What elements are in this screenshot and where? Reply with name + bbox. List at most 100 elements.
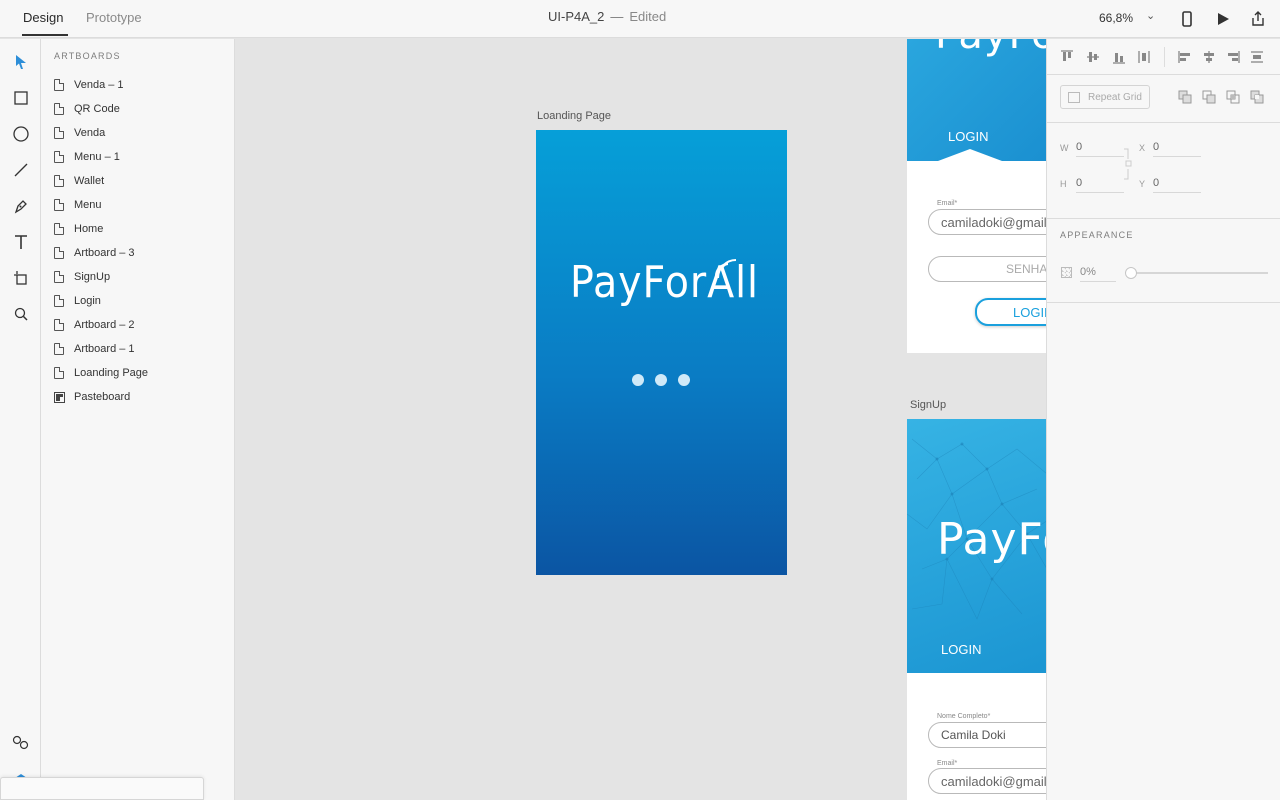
layers-title: ARTBOARDS bbox=[54, 51, 121, 61]
transform-section: W 0 X 0 H 0 Y 0 bbox=[1047, 123, 1280, 219]
h-label: H bbox=[1060, 179, 1067, 189]
artboard-signup[interactable]: PayFo LOGIN Nome Completo* Camila Doki E… bbox=[907, 419, 1046, 800]
layer-item-pasteboard[interactable]: Pasteboard bbox=[54, 385, 148, 409]
distribute-horizontal-icon[interactable] bbox=[1250, 50, 1264, 64]
boolean-subtract-icon[interactable] bbox=[1202, 90, 1216, 104]
boolean-add-icon[interactable] bbox=[1178, 90, 1192, 104]
layer-item[interactable]: SignUp bbox=[54, 265, 148, 289]
layer-label: Loanding Page bbox=[74, 367, 149, 379]
align-middle-icon[interactable] bbox=[1086, 50, 1100, 64]
ellipse-icon[interactable] bbox=[11, 124, 31, 144]
login-button[interactable]: LOGIN bbox=[975, 298, 1046, 326]
align-right-icon[interactable] bbox=[1226, 50, 1240, 64]
layer-item[interactable]: Artboard – 3 bbox=[54, 241, 148, 265]
artboard-loading-page[interactable]: PayForAll bbox=[536, 130, 787, 575]
layer-label: Login bbox=[74, 295, 101, 307]
w-label: W bbox=[1060, 143, 1069, 153]
login-hero: PayFo LOGIN bbox=[907, 39, 1046, 161]
signup-email-field[interactable]: camiladoki@gmail.com bbox=[928, 768, 1046, 794]
artboard-doc-icon bbox=[54, 199, 64, 211]
name-field[interactable]: Camila Doki bbox=[928, 722, 1046, 748]
tab-prototype[interactable]: Prototype bbox=[86, 10, 142, 25]
layer-item[interactable]: Wallet bbox=[54, 169, 148, 193]
layer-label: Venda – 1 bbox=[74, 79, 124, 91]
login-tab-label: LOGIN bbox=[948, 129, 989, 144]
repeat-grid-button[interactable]: Repeat Grid bbox=[1060, 85, 1150, 109]
artboard-doc-icon bbox=[54, 247, 64, 259]
lock-aspect-icon[interactable] bbox=[1123, 147, 1133, 181]
layer-item[interactable]: Artboard – 1 bbox=[54, 337, 148, 361]
x-field[interactable]: 0 bbox=[1153, 141, 1201, 157]
email-field[interactable]: camiladoki@gmail.com bbox=[928, 209, 1046, 235]
layer-label: SignUp bbox=[74, 271, 111, 283]
opacity-slider-handle[interactable] bbox=[1125, 267, 1137, 279]
play-icon[interactable] bbox=[1214, 10, 1232, 28]
height-field[interactable]: 0 bbox=[1076, 177, 1124, 193]
layer-item[interactable]: Loanding Page bbox=[54, 361, 148, 385]
layer-label: Artboard – 3 bbox=[74, 247, 135, 259]
layer-label: Wallet bbox=[74, 175, 105, 187]
loading-dot bbox=[678, 374, 690, 386]
document-name: UI-P4A_2 bbox=[548, 9, 605, 24]
signup-hero: PayFo LOGIN bbox=[907, 419, 1046, 673]
properties-panel: Repeat Grid W 0 X 0 H 0 Y 0 APPEARANCE 0… bbox=[1046, 39, 1280, 800]
zoom-icon[interactable] bbox=[11, 304, 31, 324]
artboard-login[interactable]: PayFo LOGIN Email* camiladoki@gmail.com … bbox=[907, 39, 1046, 353]
layer-item[interactable]: Login bbox=[54, 289, 148, 313]
opacity-field[interactable]: 0% bbox=[1080, 266, 1116, 282]
layer-item[interactable]: QR Code bbox=[54, 97, 148, 121]
share-icon[interactable] bbox=[1249, 10, 1267, 28]
bottom-popup[interactable] bbox=[0, 777, 204, 800]
width-field[interactable]: 0 bbox=[1076, 141, 1124, 157]
layer-label: Venda bbox=[74, 127, 106, 139]
y-field[interactable]: 0 bbox=[1153, 177, 1201, 193]
artboard-label-loading[interactable]: Loanding Page bbox=[537, 110, 611, 122]
line-icon[interactable] bbox=[11, 160, 31, 180]
align-left-icon[interactable] bbox=[1178, 50, 1192, 64]
opacity-slider-track[interactable] bbox=[1127, 272, 1268, 274]
artboard-label-signup[interactable]: SignUp bbox=[910, 399, 946, 411]
artboard-doc-icon bbox=[54, 151, 64, 163]
layer-item[interactable]: Menu – 1 bbox=[54, 145, 148, 169]
y-label: Y bbox=[1139, 179, 1146, 189]
signup-tab-label: LOGIN bbox=[941, 642, 982, 657]
rectangle-icon[interactable] bbox=[11, 88, 31, 108]
layers-panel: ARTBOARDS Venda – 1 QR Code Venda Menu –… bbox=[41, 39, 235, 800]
layer-label: Artboard – 1 bbox=[74, 343, 135, 355]
pen-icon[interactable] bbox=[11, 196, 31, 216]
document-status: Edited bbox=[629, 9, 667, 24]
align-bottom-icon[interactable] bbox=[1112, 50, 1126, 64]
symbols-icon[interactable] bbox=[11, 732, 31, 752]
layer-item[interactable]: Home bbox=[54, 217, 148, 241]
chevron-down-icon[interactable]: ⌄ bbox=[1146, 9, 1155, 22]
password-field[interactable]: SENHA bbox=[928, 256, 1046, 282]
boolean-exclude-icon[interactable] bbox=[1250, 90, 1264, 104]
layer-item[interactable]: Menu bbox=[54, 193, 148, 217]
device-preview-icon[interactable] bbox=[1180, 10, 1198, 28]
x-label: X bbox=[1139, 143, 1146, 153]
top-bar: Design Prototype UI-P4A_2 — Edited 66,8% ⌄ bbox=[0, 0, 1280, 38]
layer-item[interactable]: Venda – 1 bbox=[54, 73, 148, 97]
canvas[interactable]: Loanding Page PayForAll PayFo LOGIN Emai… bbox=[236, 39, 1046, 800]
zoom-level[interactable]: 66,8% bbox=[1099, 11, 1133, 25]
repeat-grid-section: Repeat Grid bbox=[1047, 75, 1280, 123]
align-center-icon[interactable] bbox=[1202, 50, 1216, 64]
distribute-vertical-icon[interactable] bbox=[1137, 50, 1151, 64]
layer-item[interactable]: Artboard – 2 bbox=[54, 313, 148, 337]
align-top-icon[interactable] bbox=[1060, 50, 1074, 64]
align-section bbox=[1047, 39, 1280, 75]
artboard-icon[interactable] bbox=[11, 268, 31, 288]
select-icon[interactable] bbox=[11, 52, 31, 72]
tab-design[interactable]: Design bbox=[23, 10, 63, 25]
active-tab-indicator bbox=[22, 34, 68, 36]
layer-item[interactable]: Venda bbox=[54, 121, 148, 145]
appearance-title: APPEARANCE bbox=[1060, 230, 1134, 240]
name-label: Nome Completo* bbox=[937, 713, 991, 720]
signup-email-label: Email* bbox=[937, 760, 958, 767]
artboard-doc-icon bbox=[54, 271, 64, 283]
text-icon[interactable] bbox=[11, 232, 31, 252]
artboard-doc-icon bbox=[54, 223, 64, 235]
repeat-grid-label: Repeat Grid bbox=[1088, 91, 1142, 103]
boolean-intersect-icon[interactable] bbox=[1226, 90, 1240, 104]
artboard-doc-icon bbox=[54, 295, 64, 307]
